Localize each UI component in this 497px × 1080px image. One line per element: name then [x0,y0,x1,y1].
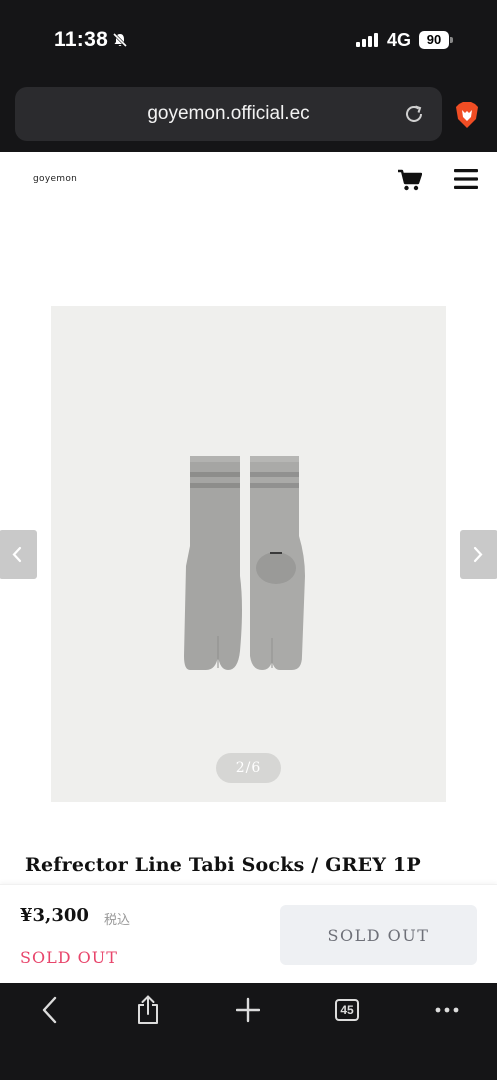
url-text[interactable]: goyemon.official.ec [15,103,442,125]
product-price: ¥3,300 [20,905,89,926]
site-header: goyemon [0,152,497,212]
product-title: Refrector Line Tabi Socks / GREY 1P [25,854,421,876]
mute-bell-icon [112,32,128,48]
gallery-counter: 2/6 [216,753,281,783]
product-gallery[interactable]: 2/6 [51,306,446,802]
gallery-next-button[interactable] [460,530,497,579]
tabs-icon[interactable]: 45 [335,999,359,1021]
tax-label: 税込 [104,913,131,928]
site-logo[interactable]: goyemon [33,174,77,184]
more-icon[interactable] [435,995,459,1025]
chevron-left-icon [12,546,22,563]
battery-icon: 90 [419,31,449,49]
battery-nub [450,37,453,43]
clock: 11:38 [54,28,109,51]
network-type: 4G [387,30,412,50]
chevron-right-icon [473,546,483,563]
gallery-prev-button[interactable] [0,530,37,579]
sold-out-button[interactable]: SOLD OUT [280,905,477,965]
buy-panel: ¥3,300 税込 SOLD OUT SOLD OUT [0,884,497,982]
status-bar: 11:38 4G 90 [0,0,497,80]
signal-icon [356,33,378,47]
browser-bar: goyemon.official.ec [0,80,497,152]
plus-icon[interactable] [236,995,260,1025]
brave-lion-icon[interactable] [455,101,479,129]
stock-status: SOLD OUT [20,948,118,967]
browser-toolbar: 45 [0,983,497,1080]
product-image [184,456,305,670]
back-icon[interactable] [40,995,60,1025]
hamburger-menu-icon[interactable] [454,168,478,190]
reload-icon[interactable] [403,103,425,125]
cart-icon[interactable] [398,169,422,191]
share-icon[interactable] [136,995,160,1025]
address-bar[interactable]: goyemon.official.ec [15,87,442,141]
